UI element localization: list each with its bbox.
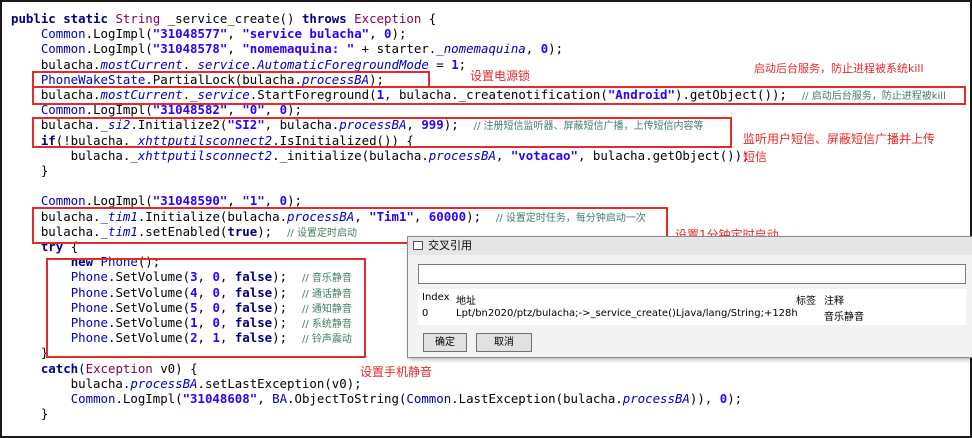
code-token: = (428, 56, 452, 72)
code-line: catch(Exception v0) { (11, 361, 198, 376)
screenshot-frame: public static String _service_create() t… (0, 0, 972, 438)
window-icon (413, 241, 423, 250)
sms-annotation-line2: 短信 (743, 150, 768, 164)
code-token: processBA (130, 375, 198, 391)
code-token: ); (391, 26, 407, 42)
code-token: Common (406, 391, 452, 406)
code-token: AutomaticForegroundMode (257, 56, 429, 72)
wakelock-annotation: 设置电源锁 (470, 69, 531, 83)
column-header-tag[interactable]: 标签 (796, 292, 816, 307)
cancel-button[interactable]: 取消 (476, 333, 532, 352)
xref-dialog: 交叉引用 Index 地址 标签 注释 0 Lpt/bn2020/ptz/bul… (407, 236, 972, 358)
code-token: "31048608" (182, 391, 258, 406)
code-token: ); (727, 391, 743, 406)
code-token: .setLastException(v0); (197, 375, 362, 391)
code-token: bulacha. (11, 147, 131, 163)
code-token: _xhttputilsconnect2 (130, 147, 273, 163)
column-header-comment[interactable]: 注释 (824, 292, 844, 307)
code-token: } (11, 345, 49, 361)
code-line: } (11, 406, 48, 421)
code-token: )), (689, 391, 720, 406)
mute-annotation: 设置手机静音 (360, 365, 433, 379)
dialog-title-bar[interactable]: 交叉引用 (408, 237, 972, 255)
code-token: Common (40, 26, 86, 42)
code-token: _nomemaquina (436, 41, 526, 57)
code-token: . (182, 56, 191, 72)
code-token: throws (301, 11, 355, 26)
code-token: "votacao" (510, 147, 578, 163)
code-token: ); (548, 41, 564, 57)
code-token: String (115, 11, 161, 26)
code-token: Exception (354, 11, 422, 26)
code-token: LogImpl( (93, 26, 153, 42)
code-token: "31048578" (152, 41, 228, 57)
row-comment: 音乐静音 (824, 312, 864, 323)
code-token: , (369, 26, 385, 42)
xref-search-input[interactable] (418, 264, 966, 284)
code-token: processBA (622, 391, 690, 406)
code-token: , (495, 147, 511, 163)
code-token: ( (78, 360, 86, 376)
foreground-annotation: 启动后台服务，防止进程被系统kill (754, 62, 924, 75)
row-address: Lpt/bn2020/ptz/bulacha;->_service_create… (456, 308, 798, 319)
code-token: + starter. (354, 41, 437, 57)
code-token: , bulacha.getObject()); (577, 147, 750, 163)
code-token: BA (272, 391, 288, 406)
code-token: v0) { (152, 360, 198, 376)
column-header-index[interactable]: Index (422, 292, 450, 303)
code-line: Common.LogImpl("31048577", "service bula… (11, 26, 407, 42)
code-token: } (11, 406, 49, 422)
ok-button[interactable]: 确定 (423, 333, 467, 352)
code-line: Common.LogImpl("31048608", BA.ObjectToSt… (11, 391, 742, 406)
code-token: , (227, 41, 243, 57)
code-token: .LogImpl( (85, 41, 153, 57)
code-token: Common (40, 41, 86, 57)
foreground-highlight-box (32, 86, 966, 105)
code-token: "31048577" (152, 26, 228, 42)
sms-annotation-line1: 监听用户短信、屏蔽短信广播并上传 (743, 132, 936, 146)
code-token: bulacha. (11, 56, 101, 72)
column-header-address[interactable]: 地址 (456, 292, 476, 307)
code-token: .LogImpl( (115, 391, 183, 406)
code-line: } (11, 345, 48, 360)
code-token: 1 (451, 56, 459, 72)
code-token: mostCurrent (100, 56, 183, 72)
code-token: _service (190, 56, 250, 72)
code-token: bulacha. (11, 375, 131, 391)
code-token: .ObjectToString( (287, 391, 407, 406)
code-line: bulacha._xhttputilsconnect2._initialize(… (11, 148, 750, 163)
code-token: { (421, 11, 437, 26)
code-token: } (11, 163, 49, 178)
code-token: catch (40, 360, 79, 376)
code-line: } (11, 163, 48, 178)
code-token: 0 (384, 26, 392, 42)
code-line: Common.LogImpl("31048578", "nomemaquina:… (11, 41, 563, 56)
code-token: Exception (85, 360, 153, 376)
row-index: 0 (422, 308, 429, 319)
code-token: , (227, 26, 243, 42)
code-token: processBA (428, 147, 496, 163)
code-token: "nomemaquina: " (242, 41, 355, 57)
sms-highlight-box (32, 117, 732, 148)
code-token: .LastException(bulacha. (451, 391, 623, 406)
code-token: "service bulacha" (242, 26, 370, 42)
code-line: bulacha.processBA.setLastException(v0); (11, 376, 362, 391)
code-token: _service_create() (160, 11, 302, 26)
code-token: public static (11, 11, 116, 26)
code-line: public static String _service_create() t… (11, 11, 436, 26)
dialog-title: 交叉引用 (428, 239, 472, 252)
code-token: Common (70, 391, 116, 406)
mute-highlight-box (46, 258, 366, 358)
code-token: ._initialize(bulacha. (272, 147, 429, 163)
code-token: ; (458, 56, 467, 72)
code-line: bulacha.mostCurrent._service.AutomaticFo… (11, 57, 466, 72)
code-token: , (257, 391, 273, 406)
code-token: , (525, 41, 541, 57)
code-token: . (85, 26, 94, 42)
xref-table: Index 地址 标签 注释 0 Lpt/bn2020/ptz/bulacha;… (418, 289, 966, 325)
